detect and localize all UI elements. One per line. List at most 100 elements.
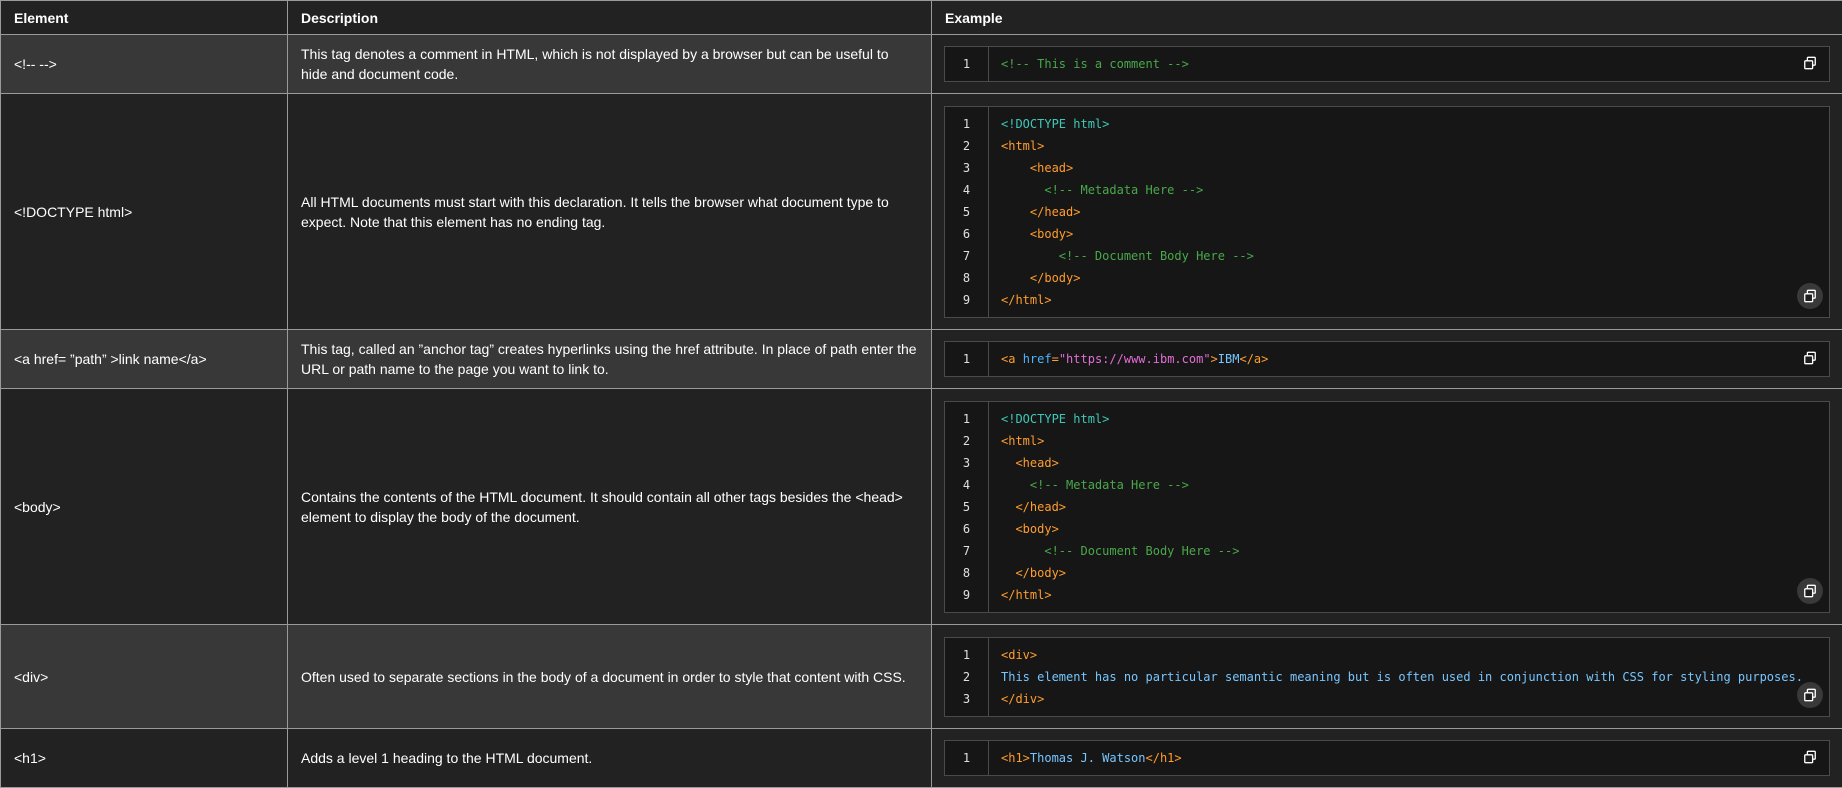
code-token: <html>	[1001, 434, 1044, 448]
example-cell: 1 <!-- This is a comment -->	[932, 35, 1842, 94]
copy-button[interactable]	[1797, 50, 1823, 76]
code-line: <!-- This is a comment -->	[1001, 53, 1189, 75]
html-reference-table: Element Description Example <!-- --> Thi…	[0, 0, 1842, 788]
code-token: <body>	[1030, 227, 1073, 241]
element-cell: <!DOCTYPE html>	[1, 94, 288, 330]
example-cell: 1 <h1>Thomas J. Watson</h1>	[932, 729, 1842, 788]
code-line: <h1>Thomas J. Watson</h1>	[1001, 747, 1182, 769]
line-number: 2	[945, 430, 988, 452]
line-number: 7	[945, 540, 988, 562]
code-line: <!-- Document Body Here -->	[1001, 245, 1254, 267]
example-cell: 123<div>This element has no particular s…	[932, 625, 1842, 729]
code-line: <!-- Metadata Here -->	[1001, 474, 1239, 496]
code-token: <!-- Document Body Here -->	[1044, 544, 1239, 558]
code-token	[1001, 183, 1044, 197]
code-token: </html>	[1001, 588, 1052, 602]
code-block: 123<div>This element has no particular s…	[944, 637, 1830, 717]
code-lines: <!-- This is a comment -->	[989, 47, 1189, 81]
copy-button[interactable]	[1797, 578, 1823, 604]
code-token: <html>	[1001, 139, 1044, 153]
code-line: </body>	[1001, 267, 1254, 289]
code-token	[1001, 566, 1015, 580]
code-token: </html>	[1001, 293, 1052, 307]
element-cell: <body>	[1, 389, 288, 625]
element-cell: <a href= ”path” >link name</a>	[1, 330, 288, 389]
code-line: <html>	[1001, 135, 1254, 157]
line-number: 9	[945, 584, 988, 606]
element-cell: <h1>	[1, 729, 288, 788]
description-cell: Contains the contents of the HTML docume…	[288, 389, 932, 625]
copy-icon	[1803, 750, 1817, 764]
code-token: <!DOCTYPE html>	[1001, 117, 1109, 131]
code-token: >	[1211, 352, 1218, 366]
code-token: <div>	[1001, 648, 1037, 662]
code-token: <!-- Metadata Here -->	[1044, 183, 1203, 197]
code-token	[1001, 161, 1030, 175]
code-token: </body>	[1030, 271, 1081, 285]
table-row: <body> Contains the contents of the HTML…	[1, 389, 1842, 625]
copy-icon	[1803, 688, 1817, 702]
line-number: 3	[945, 452, 988, 474]
code-token: Thomas J. Watson	[1030, 751, 1146, 765]
code-line: <!-- Document Body Here -->	[1001, 540, 1239, 562]
line-numbers: 123456789	[945, 402, 989, 612]
code-lines: <a href="https://www.ibm.com">IBM</a>	[989, 342, 1268, 376]
code-token: </head>	[1015, 500, 1066, 514]
code-line: </body>	[1001, 562, 1239, 584]
table-row: <div> Often used to separate sections in…	[1, 625, 1842, 729]
code-token: <!-- Metadata Here -->	[1030, 478, 1189, 492]
description-cell: All HTML documents must start with this …	[288, 94, 932, 330]
copy-icon	[1803, 584, 1817, 598]
code-lines: <!DOCTYPE html> <html> <head> <!-- Metada…	[989, 402, 1239, 612]
line-number: 1	[945, 53, 988, 75]
line-number: 3	[945, 688, 988, 710]
code-lines: <!DOCTYPE html> <html> <head> <!-- Metada…	[989, 107, 1254, 317]
code-line: <!DOCTYPE html>	[1001, 408, 1239, 430]
line-numbers: 1	[945, 741, 989, 775]
line-number: 1	[945, 644, 988, 666]
copy-button[interactable]	[1797, 345, 1823, 371]
code-token	[1001, 522, 1015, 536]
element-cell: <!-- -->	[1, 35, 288, 94]
code-line: <head>	[1001, 452, 1239, 474]
line-number: 1	[945, 113, 988, 135]
line-numbers: 1	[945, 342, 989, 376]
line-numbers: 1	[945, 47, 989, 81]
table-row: <h1> Adds a level 1 heading to the HTML …	[1, 729, 1842, 788]
code-token	[1001, 456, 1015, 470]
line-numbers: 123	[945, 638, 989, 716]
code-line: <!-- Metadata Here -->	[1001, 179, 1254, 201]
code-line: </html>	[1001, 289, 1254, 311]
code-token: href	[1023, 352, 1052, 366]
copy-button[interactable]	[1797, 283, 1823, 309]
copy-button[interactable]	[1797, 744, 1823, 770]
code-line: <a href="https://www.ibm.com">IBM</a>	[1001, 348, 1268, 370]
line-number: 2	[945, 135, 988, 157]
code-token: <head>	[1030, 161, 1073, 175]
code-token	[1001, 249, 1059, 263]
code-token	[1001, 544, 1044, 558]
code-block: 1 <a href="https://www.ibm.com">IBM</a>	[944, 341, 1830, 377]
table-row: <!-- --> This tag denotes a comment in H…	[1, 35, 1842, 94]
copy-button[interactable]	[1797, 682, 1823, 708]
code-lines: <h1>Thomas J. Watson</h1>	[989, 741, 1182, 775]
code-token: <!DOCTYPE html>	[1001, 412, 1109, 426]
code-token: <!-- Document Body Here -->	[1059, 249, 1254, 263]
code-token	[1001, 478, 1030, 492]
code-line: </head>	[1001, 201, 1254, 223]
copy-icon	[1803, 289, 1817, 303]
code-line: <!DOCTYPE html>	[1001, 113, 1254, 135]
header-example: Example	[932, 1, 1842, 35]
code-token: <a	[1001, 352, 1023, 366]
code-token	[1001, 205, 1030, 219]
code-token: IBM	[1218, 352, 1240, 366]
description-cell: This tag denotes a comment in HTML, whic…	[288, 35, 932, 94]
code-token	[1001, 500, 1015, 514]
code-token: <!-- This is a comment -->	[1001, 57, 1189, 71]
line-number: 2	[945, 666, 988, 688]
code-line: </div>	[1001, 688, 1803, 710]
code-token: </head>	[1030, 205, 1081, 219]
code-line: </html>	[1001, 584, 1239, 606]
header-description: Description	[288, 1, 932, 35]
code-line: <body>	[1001, 518, 1239, 540]
